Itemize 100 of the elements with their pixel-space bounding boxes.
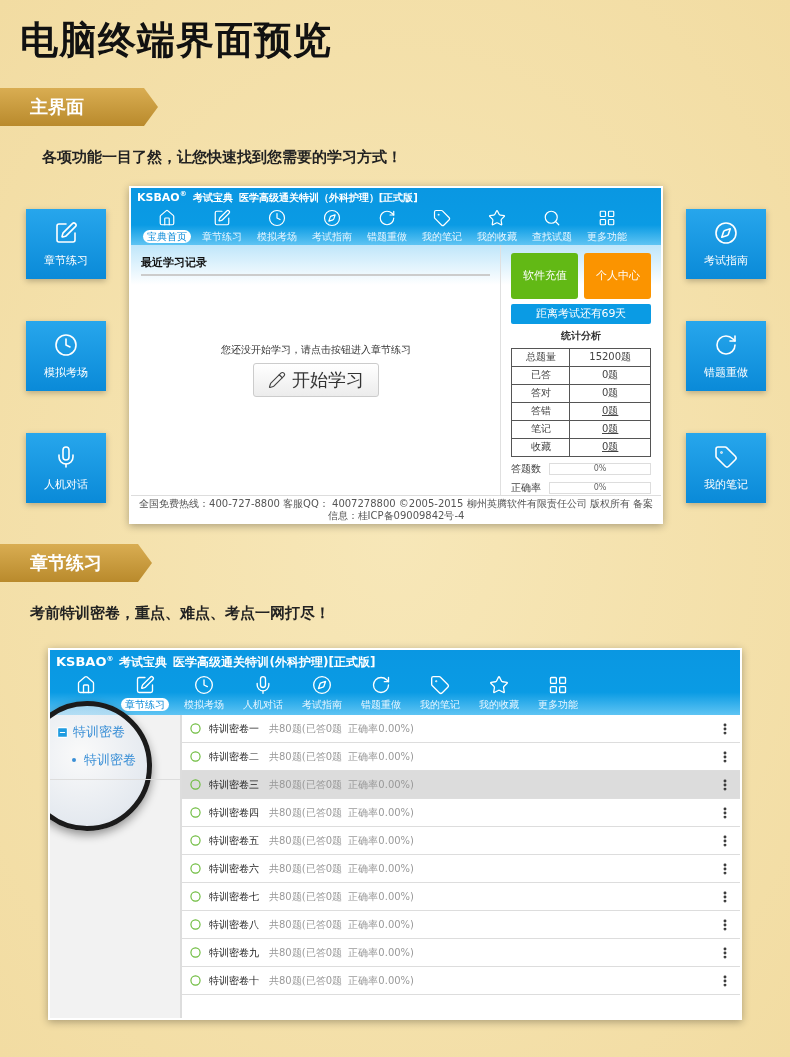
nav-tab[interactable]: 宝典首页 [142, 229, 191, 243]
paper-name: 特训密卷一 [209, 721, 260, 736]
paper-name: 特训密卷二 [209, 749, 260, 764]
nav-tab[interactable]: 章节练习 [197, 229, 246, 243]
paper-name: 特训密卷十 [209, 973, 260, 988]
star-icon [489, 675, 509, 695]
circle-icon [190, 807, 201, 818]
nav-tab[interactable]: 人机对话 [239, 698, 287, 711]
paper-row[interactable]: 特训密卷四 共80题(已答0题 正确率0.00%) [182, 799, 740, 827]
paper-name: 特训密卷三 [209, 777, 260, 792]
grid-icon [548, 675, 568, 695]
nav-tab[interactable]: 考试指南 [307, 229, 356, 243]
paper-info: 共80题(已答0题 正确率0.00%) [269, 945, 415, 960]
count-link[interactable]: 0题 [602, 405, 619, 417]
circle-icon [190, 863, 201, 874]
section-subtitle: 考前特训密卷，重点、难点、考点一网打尽！ [30, 603, 331, 624]
brand-name: 考试宝典 [192, 190, 233, 205]
paper-info: 共80题(已答0题 正确率0.00%) [269, 861, 415, 876]
paper-info: 共80题(已答0题 正确率0.00%) [269, 749, 415, 764]
feature-tile[interactable]: 人机对话 [26, 433, 106, 503]
paper-info: 共80题(已答0题 正确率0.00%) [269, 889, 415, 904]
pen-square-icon [212, 208, 231, 227]
count-link[interactable]: 0题 [602, 423, 619, 435]
profile-button[interactable]: 个人中心 [584, 252, 651, 299]
pen-square-icon [135, 675, 155, 695]
stats-title: 统计分析 [560, 328, 602, 343]
empty-message: 您还没开始学习，请点击按钮进入章节练习 [220, 343, 411, 358]
circle-icon [190, 891, 201, 902]
pen-square-icon [54, 220, 78, 245]
table-cell: 收藏 [511, 438, 570, 457]
clock-icon [267, 208, 286, 227]
table-cell: 答对 [511, 384, 570, 403]
nav-tab[interactable]: 错题重做 [357, 698, 405, 711]
star-icon [487, 208, 506, 227]
compass-icon [312, 675, 332, 695]
paper-row[interactable]: 特训密卷十 共80题(已答0题 正确率0.00%) [182, 967, 740, 995]
search-icon [542, 208, 561, 227]
count-value: 15200题 [589, 351, 632, 363]
nav-tab[interactable]: 我的收藏 [472, 229, 521, 243]
paper-row[interactable]: 特训密卷八 共80题(已答0题 正确率0.00%) [182, 911, 740, 939]
section-ribbon: 章节练习 [0, 544, 152, 582]
tree-item[interactable]: 特训密卷 [50, 741, 180, 780]
nav-tab[interactable]: 查找试题 [527, 229, 576, 243]
nav-tab[interactable]: 模拟考场 [180, 698, 228, 711]
paper-name: 特训密卷五 [209, 833, 260, 848]
feature-tile[interactable]: 错题重做 [686, 321, 766, 391]
nav-tab[interactable]: 我的收藏 [475, 698, 523, 711]
grid-icon [597, 208, 616, 227]
progress-label: 正确率 [511, 480, 542, 495]
recharge-button[interactable]: 软件充值 [511, 252, 578, 299]
nav-tab[interactable]: 更多功能 [534, 698, 582, 711]
paper-row[interactable]: 特训密卷七 共80题(已答0题 正确率0.00%) [182, 883, 740, 911]
rotate-arrow-icon [714, 332, 738, 357]
tag-icon [430, 675, 450, 695]
nav-tab[interactable]: 我的笔记 [416, 698, 464, 711]
paper-name: 特训密卷九 [209, 945, 260, 960]
paper-info: 共80题(已答0题 正确率0.00%) [269, 805, 415, 820]
paper-row[interactable]: 特训密卷九 共80题(已答0题 正确率0.00%) [182, 939, 740, 967]
circle-icon [190, 947, 201, 958]
paper-name: 特训密卷八 [209, 917, 260, 932]
house-icon [76, 675, 96, 695]
app-title: 医学高级通关特训（外科护理）[正式版] [238, 190, 418, 205]
count-link[interactable]: 0题 [602, 441, 619, 453]
nav-tab[interactable]: 考试指南 [298, 698, 346, 711]
circle-icon [190, 835, 201, 846]
circle-icon [190, 779, 201, 790]
nav-tab[interactable]: 模拟考场 [252, 229, 301, 243]
rotate-arrow-icon [371, 675, 391, 695]
section-subtitle: 各项功能一目了然，让您快速找到您需要的学习方式！ [42, 147, 403, 168]
paper-info: 共80题(已答0题 正确率0.00%) [269, 833, 415, 848]
paper-row[interactable]: 特训密卷一 共80题(已答0题 正确率0.00%) [182, 715, 740, 743]
start-study-button[interactable]: 开始学习 [252, 363, 379, 398]
nav-tab[interactable]: 我的笔记 [417, 229, 466, 243]
panel-heading: 最近学习记录 [141, 254, 490, 276]
app-title: 医学高级通关特训(外科护理)[正式版] [173, 654, 376, 671]
table-cell: 已答 [511, 366, 570, 385]
tree-item[interactable]: 特训密卷 [50, 715, 180, 741]
feature-tile[interactable]: 章节练习 [26, 209, 106, 279]
paper-row[interactable]: 特训密卷五 共80题(已答0题 正确率0.00%) [182, 827, 740, 855]
paper-info: 共80题(已答0题 正确率0.00%) [269, 917, 415, 932]
progress-label: 答题数 [511, 461, 542, 476]
nav-tab[interactable]: 更多功能 [582, 229, 631, 243]
countdown-banner: 距离考试还有69天 [511, 303, 651, 324]
tag-icon [714, 444, 738, 469]
count-value: 0题 [602, 369, 619, 381]
progress-reading: 0% [593, 483, 607, 493]
clock-icon [54, 332, 78, 357]
nav-tab[interactable]: 错题重做 [362, 229, 411, 243]
paper-row[interactable]: 特训密卷二 共80题(已答0题 正确率0.00%) [182, 743, 740, 771]
feature-tile[interactable]: 模拟考场 [26, 321, 106, 391]
paper-row[interactable]: 特训密卷六 共80题(已答0题 正确率0.00%) [182, 855, 740, 883]
table-cell: 笔记 [511, 420, 570, 439]
nav-tab[interactable]: 章节练习 [121, 698, 169, 711]
compass-icon [322, 208, 341, 227]
footer-text: 全国免费热线：400-727-8800 客服QQ： 4007278800 ©2005-2015 柳州英腾软件有限责任公司 版权所有 备案信息：桂ICP备09009842号-4 [131, 494, 661, 522]
house-icon [157, 208, 176, 227]
rotate-arrow-icon [377, 208, 396, 227]
feature-tile[interactable]: 我的笔记 [686, 433, 766, 503]
progress-reading: 0% [593, 464, 607, 474]
feature-tile[interactable]: 考试指南 [686, 209, 766, 279]
